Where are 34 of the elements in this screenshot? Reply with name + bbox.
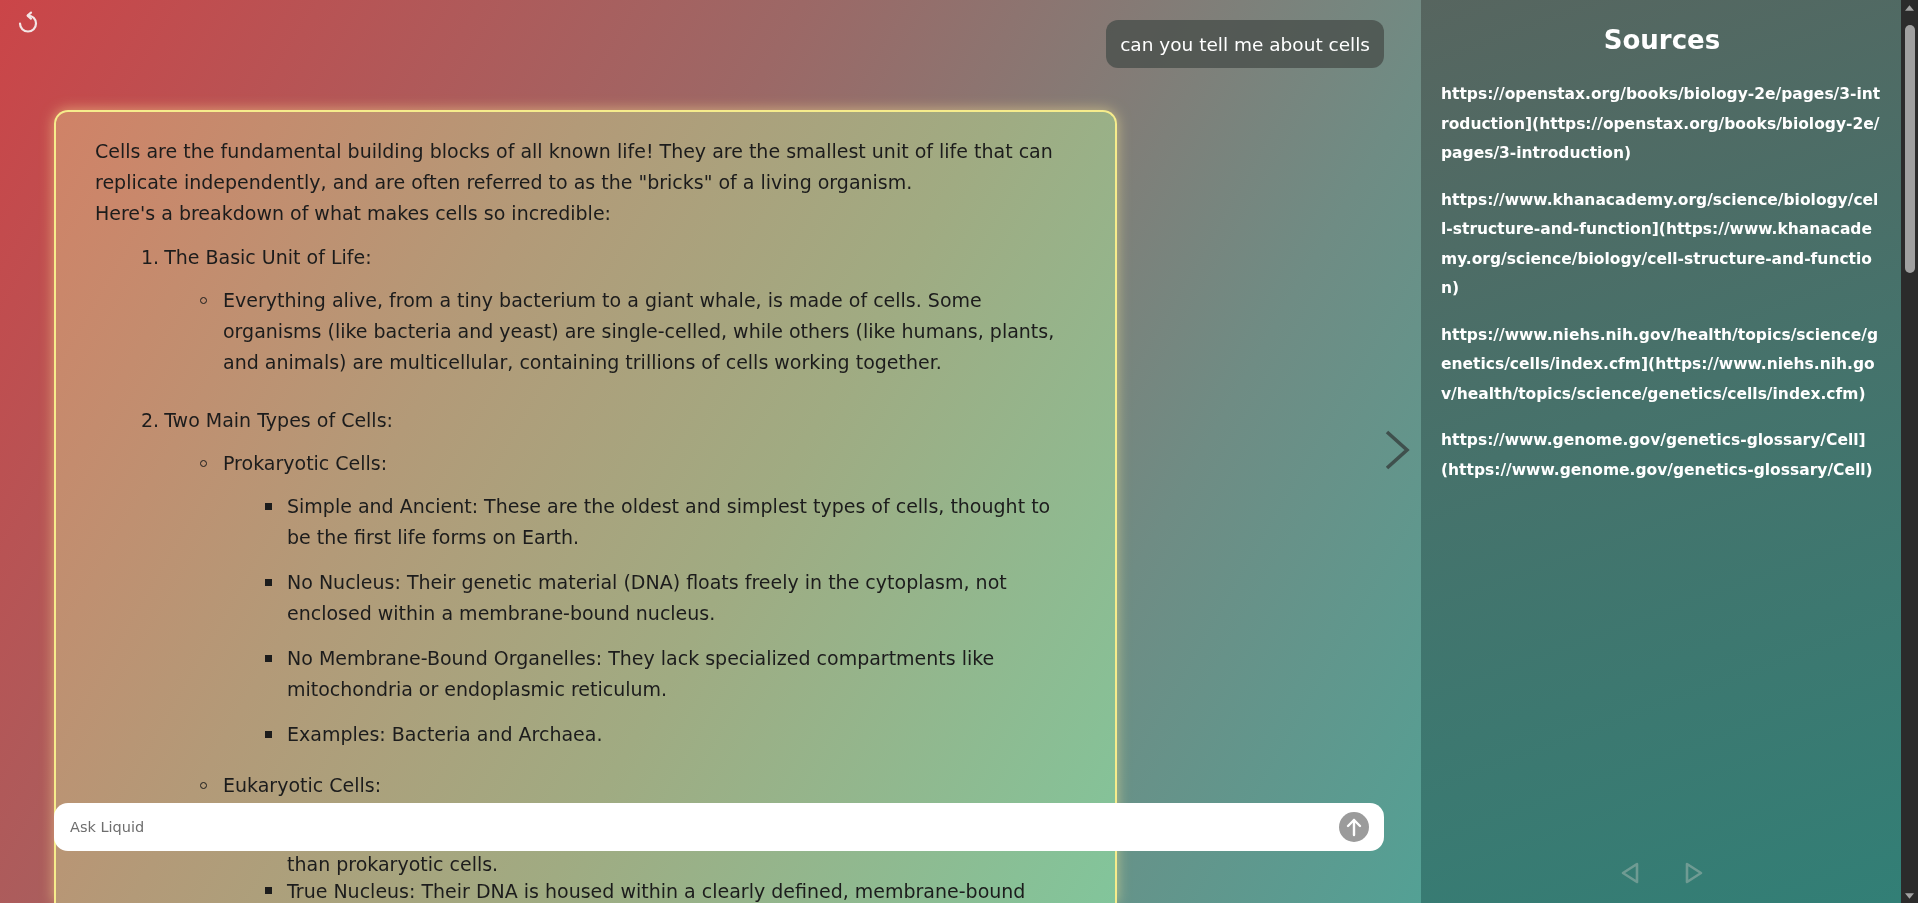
- bullet-text: Examples: Bacteria and Archaea.: [287, 722, 603, 747]
- refresh-icon[interactable]: [16, 11, 40, 35]
- chevron-right-icon[interactable]: [1384, 430, 1410, 470]
- square-bullet-icon: [265, 731, 272, 738]
- source-url: https://openstax.org/books/biology-2e/pages/3-introduction](https://openstax.org/books/biology-2e/pages/3-introduction): [1441, 84, 1882, 164]
- reply-paragraph: Cells are the fundamental building blocks of all known life! They are the smallest unit of life that can replicate independently, and are often referred to as the "bricks" of a living organism.: [95, 139, 1054, 195]
- arrow-up-icon[interactable]: [1339, 812, 1369, 842]
- square-bullet-icon: [265, 887, 272, 894]
- square-bullet-icon: [265, 655, 272, 662]
- square-bullet-icon: [265, 579, 272, 586]
- reply-paragraph: Here's a breakdown of what makes cells so incredible:: [95, 201, 612, 226]
- triangle-down-icon[interactable]: [1905, 893, 1914, 899]
- bullet-text: No Membrane-Bound Organelles: They lack specialized compartments like mitochondria or endoplasmic reticulum.: [287, 646, 996, 702]
- user-message-bubble: can you tell me about cells: [1106, 20, 1384, 68]
- bullet-text: Simple and Ancient: These are the oldest and simplest types of cells, thought to be the first life forms on Earth.: [287, 494, 1052, 550]
- bullet-text: than prokaryotic cells.: [287, 852, 499, 876]
- list-number: 2.: [141, 408, 160, 433]
- triangle-up-icon[interactable]: [1905, 5, 1914, 11]
- bullet-text: True Nucleus: Their DNA is housed within a clearly defined, membrane-bound: [287, 879, 1026, 903]
- source-url: https://www.genome.gov/genetics-glossary/Cell](https://www.genome.gov/genetics-glossary/Cell): [1441, 430, 1874, 481]
- list-number: 1.: [141, 245, 160, 270]
- scrollbar[interactable]: [1901, 0, 1918, 903]
- section-heading: Two Main Types of Cells:: [164, 408, 393, 433]
- source-url: https://www.niehs.nih.gov/health/topics/science/genetics/cells/index.cfm](https://www.niehs.nih.gov/health/topics/science/genetics/cells/index.cfm): [1441, 324, 1880, 405]
- sources-title: Sources: [1602, 24, 1722, 57]
- bullet-text: No Nucleus: Their genetic material (DNA) floats freely in the cytoplasm, not enclosed within a membrane-bound nucleus.: [287, 570, 1008, 626]
- source-url: https://www.khanacademy.org/science/biology/cell-structure-and-function](https://www.khanacademy.org/science/biology/cell-structure-and-function): [1441, 189, 1880, 299]
- section-heading: The Basic Unit of Life:: [164, 245, 372, 270]
- bullet-text: Everything alive, from a tiny bacterium to a giant whale, is made of cells. Some organisms (like bacteria and yeast) are single-celled, while others (like humans, plants, and animals) are multicellular, containing trillions of cells working together.: [223, 288, 1056, 375]
- chat-input-field[interactable]: Ask Liquid: [54, 803, 1384, 851]
- bullet-text: Eukaryotic Cells:: [223, 773, 383, 798]
- bullet-text: Prokaryotic Cells:: [223, 451, 389, 476]
- scrollbar-thumb[interactable]: [1904, 25, 1915, 273]
- square-bullet-icon: [265, 503, 272, 510]
